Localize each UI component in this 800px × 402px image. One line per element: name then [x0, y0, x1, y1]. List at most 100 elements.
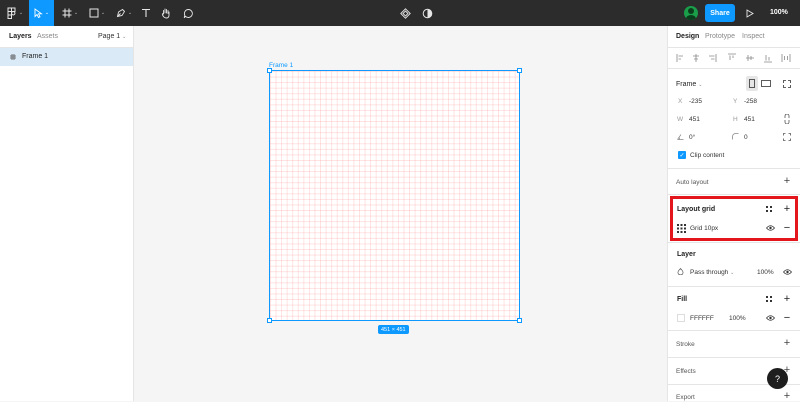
- main-menu-button[interactable]: ⌄: [4, 0, 26, 26]
- zoom-level[interactable]: 100%: [770, 9, 788, 16]
- share-button[interactable]: Share: [705, 4, 735, 22]
- checkmark-icon: ✓: [679, 152, 685, 159]
- resize-to-fit-icon[interactable]: [783, 80, 791, 88]
- components-button[interactable]: [396, 0, 414, 26]
- divider: [668, 68, 800, 69]
- add-fill-plus-icon[interactable]: +: [781, 293, 793, 305]
- tab-prototype[interactable]: Prototype: [705, 33, 735, 40]
- frame-hash-icon: [62, 8, 72, 18]
- figma-logo-icon: [7, 7, 16, 19]
- pen-icon: [116, 8, 125, 18]
- user-avatar[interactable]: [684, 6, 698, 20]
- width-input[interactable]: 451: [689, 116, 700, 123]
- page-selector[interactable]: Page 1 ⌄: [98, 33, 126, 40]
- constrain-proportions-icon[interactable]: [784, 114, 790, 124]
- independent-corners-icon[interactable]: [783, 133, 791, 141]
- blend-mode-drop-icon: [677, 268, 684, 275]
- remove-fill-minus-icon[interactable]: −: [781, 312, 793, 324]
- hand-icon: [161, 8, 170, 18]
- frame-1-with-layout-grid[interactable]: [269, 70, 520, 321]
- divider: [668, 242, 800, 243]
- divider: [668, 330, 800, 331]
- fill-hex-input[interactable]: FFFFFF: [690, 315, 714, 322]
- effects-section-label: Effects: [676, 368, 696, 375]
- layer-opacity-input[interactable]: 100%: [757, 269, 774, 276]
- corner-radius-icon: [732, 133, 739, 140]
- component-diamond-icon: [399, 7, 411, 19]
- fill-color-swatch[interactable]: [677, 314, 685, 322]
- move-tool-button[interactable]: ⌄: [29, 0, 54, 26]
- x-input[interactable]: -235: [689, 98, 702, 105]
- y-input[interactable]: -258: [744, 98, 757, 105]
- tab-assets[interactable]: Assets: [37, 33, 58, 40]
- chevron-down-icon: ⌄: [730, 270, 735, 276]
- play-icon: [746, 8, 754, 18]
- text-tool-button[interactable]: [138, 0, 154, 26]
- chevron-down-icon: ⌄: [100, 10, 106, 16]
- cursor-arrow-icon: [34, 8, 43, 18]
- shape-tool-button[interactable]: ⌄: [85, 0, 109, 26]
- add-stroke-plus-icon[interactable]: +: [781, 337, 793, 349]
- contrast-circle-icon: [422, 8, 432, 18]
- x-label: X: [678, 98, 683, 105]
- y-label: Y: [733, 98, 738, 105]
- left-panel-tabs: Layers Assets Page 1 ⌄: [0, 26, 133, 48]
- clip-content-checkbox[interactable]: ✓: [678, 151, 686, 159]
- chevron-down-icon: ⌄: [18, 10, 24, 16]
- resize-handle-top-right[interactable]: [517, 68, 522, 73]
- auto-layout-label: Auto layout: [676, 179, 709, 186]
- stroke-section-label: Stroke: [676, 341, 695, 348]
- rotation-icon: [677, 134, 684, 140]
- layers-panel: Layers Assets Page 1 ⌄ Frame 1: [0, 26, 134, 401]
- blend-mode-dropdown[interactable]: Pass through ⌄: [690, 269, 734, 276]
- resize-handle-bottom-right[interactable]: [517, 318, 522, 323]
- top-toolbar: ⌄ ⌄ ⌄ ⌄ ⌄ Share 100%: [0, 0, 800, 26]
- tab-layers[interactable]: Layers: [9, 33, 32, 40]
- add-export-plus-icon[interactable]: +: [781, 390, 793, 402]
- layer-name: Frame 1: [22, 53, 49, 60]
- clip-content-label: Clip content: [690, 152, 725, 159]
- frame-size-badge: 451 × 451: [378, 325, 409, 334]
- portrait-orientation-button[interactable]: [746, 76, 758, 91]
- export-section-label: Export: [676, 394, 695, 401]
- tab-inspect[interactable]: Inspect: [742, 33, 765, 40]
- rotation-input[interactable]: 0°: [689, 134, 695, 141]
- add-auto-layout-plus-icon[interactable]: +: [781, 175, 793, 187]
- divider: [668, 357, 800, 358]
- rectangle-icon: [89, 8, 99, 18]
- h-label: H: [733, 116, 738, 123]
- divider: [668, 194, 800, 195]
- fill-opacity-input[interactable]: 100%: [729, 315, 746, 322]
- fill-styles-icon[interactable]: [766, 296, 773, 303]
- resize-handle-bottom-left[interactable]: [267, 318, 272, 323]
- hand-tool-button[interactable]: [158, 0, 174, 26]
- tab-design[interactable]: Design: [676, 33, 699, 40]
- comment-bubble-icon: [183, 8, 193, 18]
- canvas-area[interactable]: Frame 1 451 × 451: [134, 26, 667, 401]
- alignment-icons[interactable]: [676, 53, 796, 63]
- resize-handle-top-left[interactable]: [267, 68, 272, 73]
- pen-tool-button[interactable]: ⌄: [112, 0, 136, 26]
- height-input[interactable]: 451: [744, 116, 755, 123]
- layer-section-label: Layer: [677, 251, 696, 258]
- divider: [668, 168, 800, 169]
- corner-radius-input[interactable]: 0: [744, 134, 748, 141]
- comment-tool-button[interactable]: [179, 0, 197, 26]
- help-button[interactable]: ?: [767, 368, 788, 389]
- divider: [668, 47, 800, 48]
- chevron-down-icon: ⌄: [73, 10, 79, 16]
- frame-tool-button[interactable]: ⌄: [58, 0, 82, 26]
- landscape-icon[interactable]: [761, 80, 771, 87]
- portrait-icon: [749, 79, 755, 88]
- fill-section-label: Fill: [677, 296, 688, 303]
- eye-icon[interactable]: [783, 269, 792, 275]
- layer-item-frame-1[interactable]: Frame 1: [0, 48, 133, 66]
- present-button[interactable]: [742, 0, 758, 26]
- frame-hash-icon: [10, 54, 16, 60]
- frame-name-label[interactable]: Frame 1: [269, 62, 293, 69]
- layout-grid-highlight-box: [670, 196, 798, 241]
- frame-section-label[interactable]: Frame ⌄: [676, 81, 702, 88]
- chevron-down-icon: ⌄: [127, 10, 133, 16]
- eye-icon[interactable]: [766, 315, 775, 321]
- theme-toggle-button[interactable]: [418, 0, 436, 26]
